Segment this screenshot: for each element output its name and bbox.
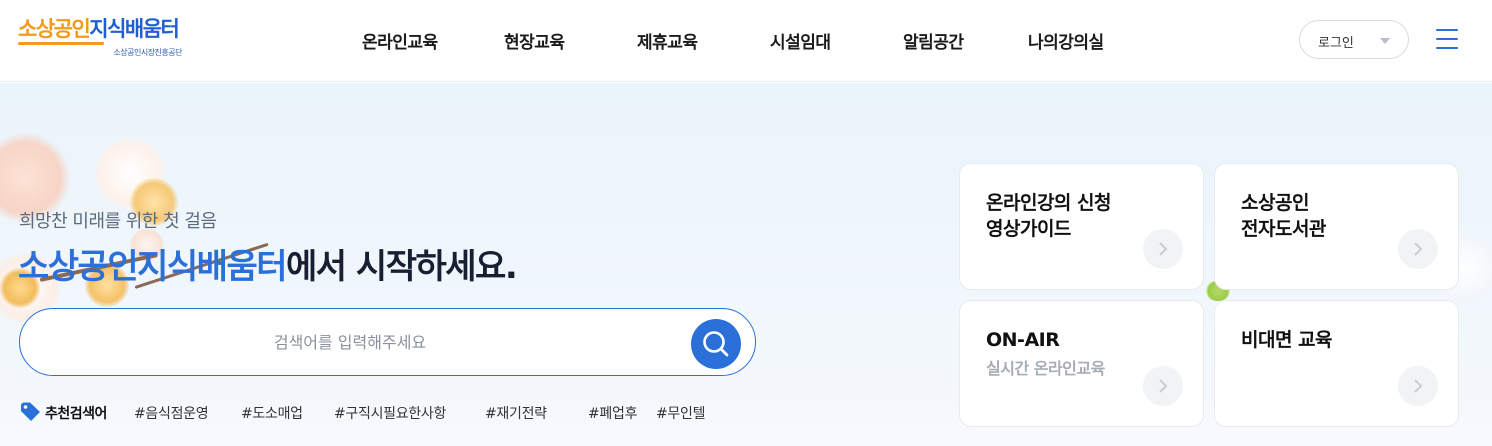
chevron-right-icon xyxy=(1159,242,1168,256)
keyword-tag[interactable]: #폐업후 xyxy=(588,403,637,423)
search-bar xyxy=(19,308,756,376)
card-arrow-button[interactable] xyxy=(1143,366,1183,406)
card-title: 비대면 교육 xyxy=(1241,329,1333,351)
chevron-right-icon xyxy=(1159,379,1168,393)
chevron-right-icon xyxy=(1414,242,1423,256)
card-subtitle: 실시간 온라인교육 xyxy=(986,359,1105,378)
logo-underline xyxy=(18,42,104,45)
keyword-tag[interactable]: #무인텔 xyxy=(656,403,705,423)
card-e-library[interactable]: 소상공인 전자도서관 xyxy=(1214,163,1459,290)
card-on-air[interactable]: ON-AIR 실시간 온라인교육 xyxy=(959,300,1204,427)
logo-wordmark: 소상공인지식배움터 xyxy=(18,17,180,41)
logo-subtext: 소상공인시장진흥공단 xyxy=(113,48,182,57)
hero-subtitle: 희망찬 미래를 위한 첫 걸음 xyxy=(19,211,217,232)
card-remote-education[interactable]: 비대면 교육 xyxy=(1214,300,1459,427)
search-input[interactable] xyxy=(50,325,650,359)
nav-item-field-education[interactable]: 현장교육 xyxy=(504,28,565,53)
card-title: ON-AIR xyxy=(986,329,1060,351)
keyword-tag[interactable]: #도소매업 xyxy=(241,403,303,423)
headline-rest: 에서 시작하세요. xyxy=(286,247,518,287)
keyword-tag[interactable]: #재기전략 xyxy=(485,403,547,423)
card-arrow-button[interactable] xyxy=(1143,229,1183,269)
site-header: 소상공인지식배움터 소상공인시장진흥공단 온라인교육 현장교육 제휴교육 시설임… xyxy=(0,0,1492,82)
tag-icon xyxy=(21,402,40,421)
nav-item-online-education[interactable]: 온라인교육 xyxy=(362,28,438,53)
card-title: 소상공인 전자도서관 xyxy=(1241,192,1326,240)
chevron-right-icon xyxy=(1414,379,1423,393)
nav-item-facility-rental[interactable]: 시설임대 xyxy=(770,28,831,53)
hamburger-menu-icon[interactable] xyxy=(1436,29,1458,49)
card-arrow-button[interactable] xyxy=(1398,229,1438,269)
nav-item-my-classroom[interactable]: 나의강의실 xyxy=(1028,28,1104,53)
keywords-title: 추천검색어 xyxy=(45,406,107,422)
hero-section: 희망찬 미래를 위한 첫 걸음 소상공인지식배움터에서 시작하세요. 추천검색어… xyxy=(0,83,1492,446)
nav-item-partner-education[interactable]: 제휴교육 xyxy=(637,28,698,53)
card-arrow-button[interactable] xyxy=(1398,366,1438,406)
search-button[interactable] xyxy=(691,319,741,369)
keyword-tag[interactable]: #구직시필요한사항 xyxy=(334,403,446,423)
search-icon xyxy=(703,331,729,357)
headline-highlight: 소상공인지식배움터 xyxy=(18,247,288,287)
chevron-down-icon xyxy=(1380,38,1390,44)
nav-item-notice-space[interactable]: 알림공간 xyxy=(903,28,964,53)
hero-headline: 소상공인지식배움터에서 시작하세요. xyxy=(18,239,518,288)
card-title: 온라인강의 신청 영상가이드 xyxy=(986,192,1111,240)
login-dropdown[interactable]: 로그인 xyxy=(1299,20,1409,59)
keyword-tag[interactable]: #음식점운영 xyxy=(134,403,209,423)
login-label: 로그인 xyxy=(1318,36,1354,51)
card-lecture-guide[interactable]: 온라인강의 신청 영상가이드 xyxy=(959,163,1204,290)
site-logo[interactable]: 소상공인지식배움터 소상공인시장진흥공단 xyxy=(18,17,188,61)
